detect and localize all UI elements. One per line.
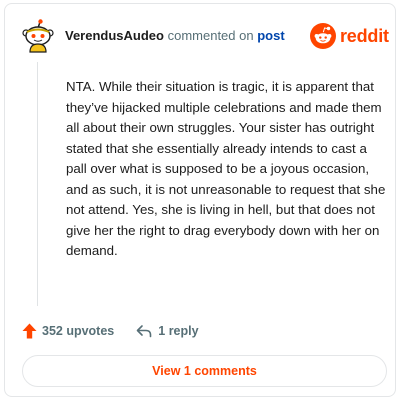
reply-count: 1 reply	[158, 324, 199, 338]
reddit-wordmark: reddit	[340, 25, 389, 46]
reply-button[interactable]: 1 reply	[136, 324, 199, 338]
post-link[interactable]: post	[257, 28, 284, 43]
view-comments-button[interactable]: View 1 comments	[22, 355, 387, 387]
reply-arrow-icon	[136, 325, 152, 338]
upvote-arrow-icon	[22, 323, 37, 339]
comment-header: VerendusAudeo commented on post	[65, 28, 285, 43]
comment-card: VerendusAudeo commented on post reddit N…	[4, 3, 396, 397]
snoo-avatar-icon[interactable]	[21, 19, 55, 55]
action-text: commented on	[167, 28, 254, 43]
thread-line	[37, 62, 38, 306]
reddit-snoo-icon	[310, 23, 336, 49]
username-link[interactable]: VerendusAudeo	[65, 28, 164, 43]
upvote-button[interactable]: 352 upvotes	[22, 323, 114, 339]
upvote-count: 352 upvotes	[42, 324, 115, 338]
comment-body: NTA. While their situation is tragic, it…	[66, 79, 386, 258]
comment-actions: 352 upvotes 1 reply	[22, 321, 199, 341]
reddit-logo[interactable]: reddit	[310, 23, 389, 49]
